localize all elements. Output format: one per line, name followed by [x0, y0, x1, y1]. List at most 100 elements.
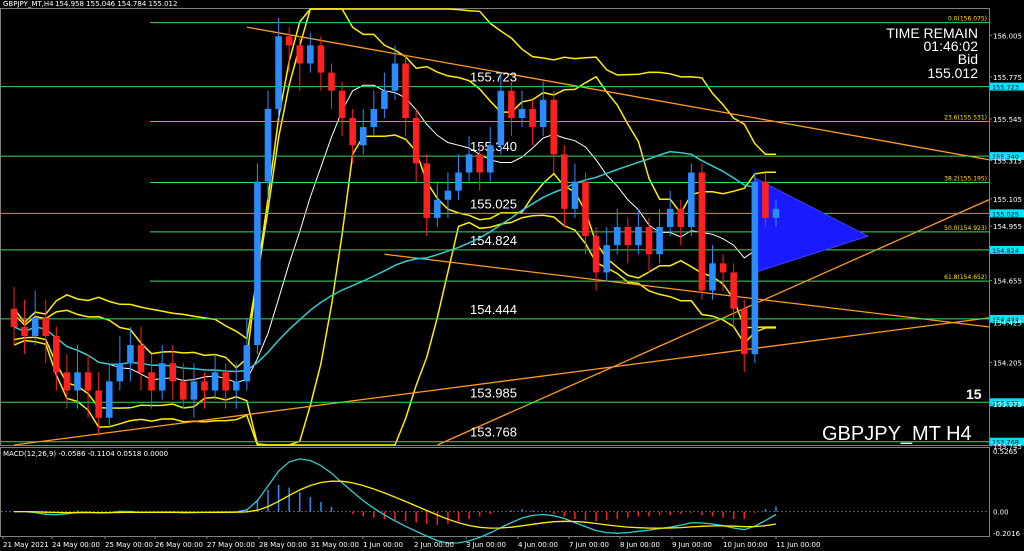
bear-candle [412, 118, 420, 164]
fib-label: 50.0(154.923) [944, 225, 987, 232]
x-tick-label: 26 May 00:00 [155, 541, 203, 549]
x-tick-label: 21 May 2021 [3, 541, 49, 549]
macd-tick-label: -0.2016 [993, 530, 1021, 538]
y-tick-label: 154.955 [993, 223, 1022, 231]
trading-chart[interactable]: 155.723155.723155.340155.340155.025155.0… [0, 0, 1024, 551]
bear-candle [677, 208, 685, 227]
y-tick-label: 155.545 [993, 116, 1022, 124]
y-tick-label: 155.775 [993, 74, 1022, 82]
bull-candle [571, 181, 579, 209]
bull-candle [370, 108, 378, 128]
y-tick-label: 155.105 [993, 196, 1022, 204]
y-tick-label: 154.205 [993, 359, 1022, 367]
chart-header-symbol: GBPJPY_MT,H4 [3, 0, 54, 8]
bear-candle [180, 381, 187, 400]
bull-candle [656, 227, 663, 255]
level-axis-tag-text: 155.025 [992, 210, 1019, 218]
bear-candle [21, 326, 28, 336]
bear-candle [719, 263, 727, 273]
y-tick-label: 156.005 [993, 32, 1022, 40]
x-tick-label: 31 May 00:00 [311, 541, 359, 549]
bull-candle [190, 381, 198, 400]
bear-candle [349, 118, 356, 146]
bull-candle [613, 227, 621, 246]
bull-candle [211, 372, 219, 391]
bear-candle [53, 336, 60, 373]
bear-candle [285, 36, 293, 46]
bull-candle [243, 345, 251, 382]
bull-candle [31, 317, 39, 336]
y-tick-label: 153.975 [993, 401, 1022, 409]
bear-candle [95, 390, 102, 418]
bear-candle [762, 181, 769, 218]
bear-candle [645, 227, 653, 255]
bull-candle [751, 181, 759, 355]
bear-candle [476, 154, 483, 173]
bear-candle [592, 236, 600, 273]
bull-candle [275, 36, 282, 109]
bear-candle [328, 72, 335, 91]
bull-candle [465, 154, 473, 173]
bear-candle [84, 372, 92, 391]
x-tick-label: 2 Jun 00:00 [414, 541, 454, 549]
bear-candle [10, 308, 18, 327]
bear-candle [402, 63, 409, 118]
bull-candle [381, 90, 388, 109]
macd-title: MACD(12,26,9) -0.0586 -0.1104 0.0518 0.0… [3, 450, 168, 458]
bear-candle [550, 99, 558, 155]
bear-candle [529, 108, 536, 128]
bull-candle [434, 199, 441, 218]
bull-candle [666, 208, 674, 227]
bear-candle [201, 381, 208, 391]
bull-candle [254, 181, 261, 346]
chart-header-ohlc: 154.958 155.046 154.784 155.012 [55, 0, 177, 8]
y-tick-label: 154.425 [993, 319, 1022, 327]
bull-candle [486, 145, 494, 173]
bear-candle [137, 345, 145, 373]
level-axis-tag-text: 154.824 [992, 247, 1019, 255]
level-axis-tag-text: 155.723 [992, 84, 1019, 92]
bear-candle [148, 372, 155, 391]
x-tick-label: 28 May 00:00 [259, 541, 307, 549]
x-tick-label: 9 Jun 00:00 [672, 541, 712, 549]
x-tick-label: 8 Jun 00:00 [620, 541, 660, 549]
x-tick-label: 27 May 00:00 [207, 541, 255, 549]
bull-candle [455, 172, 462, 191]
macd-tick-label: 0.00 [993, 509, 1009, 517]
bull-candle [635, 227, 642, 246]
level-label: 153.768 [470, 425, 517, 440]
bull-candle [539, 99, 547, 128]
x-tick-label: 25 May 00:00 [105, 541, 153, 549]
bid-value: 155.012 [927, 65, 978, 81]
x-tick-label: 4 Jun 00:00 [518, 541, 558, 549]
bear-candle [42, 317, 50, 336]
level-label: 155.723 [470, 70, 517, 85]
bull-candle [497, 90, 505, 146]
bull-candle [116, 363, 124, 382]
x-tick-label: 10 Jun 00:00 [723, 541, 767, 549]
bear-candle [730, 272, 737, 309]
bear-candle [740, 308, 748, 355]
x-tick-label: 7 Jun 00:00 [569, 541, 609, 549]
fib-label: 38.2(155.195) [944, 175, 987, 182]
y-tick-label: 154.655 [993, 278, 1022, 286]
level-label: 153.985 [470, 385, 517, 400]
x-tick-label: 24 May 00:00 [52, 541, 100, 549]
bear-candle [338, 90, 346, 118]
bull-candle [158, 363, 166, 391]
bear-candle [169, 363, 177, 382]
fib-label: 0.0(156.075) [948, 16, 987, 23]
bear-candle [698, 172, 706, 291]
bull-candle [74, 372, 81, 391]
bull-candle [105, 381, 113, 418]
bear-candle [317, 45, 325, 73]
bull-candle [709, 263, 716, 291]
chart-watermark: GBPJPY_MT H4 [822, 423, 972, 445]
fib-label: 23.6(155.531) [944, 114, 987, 121]
bear-candle [624, 227, 632, 246]
bull-candle [391, 63, 399, 91]
bull-candle [127, 345, 134, 364]
bull-candle [359, 127, 367, 146]
y-tick-label: 153.745 [993, 443, 1022, 451]
bear-candle [63, 372, 71, 391]
